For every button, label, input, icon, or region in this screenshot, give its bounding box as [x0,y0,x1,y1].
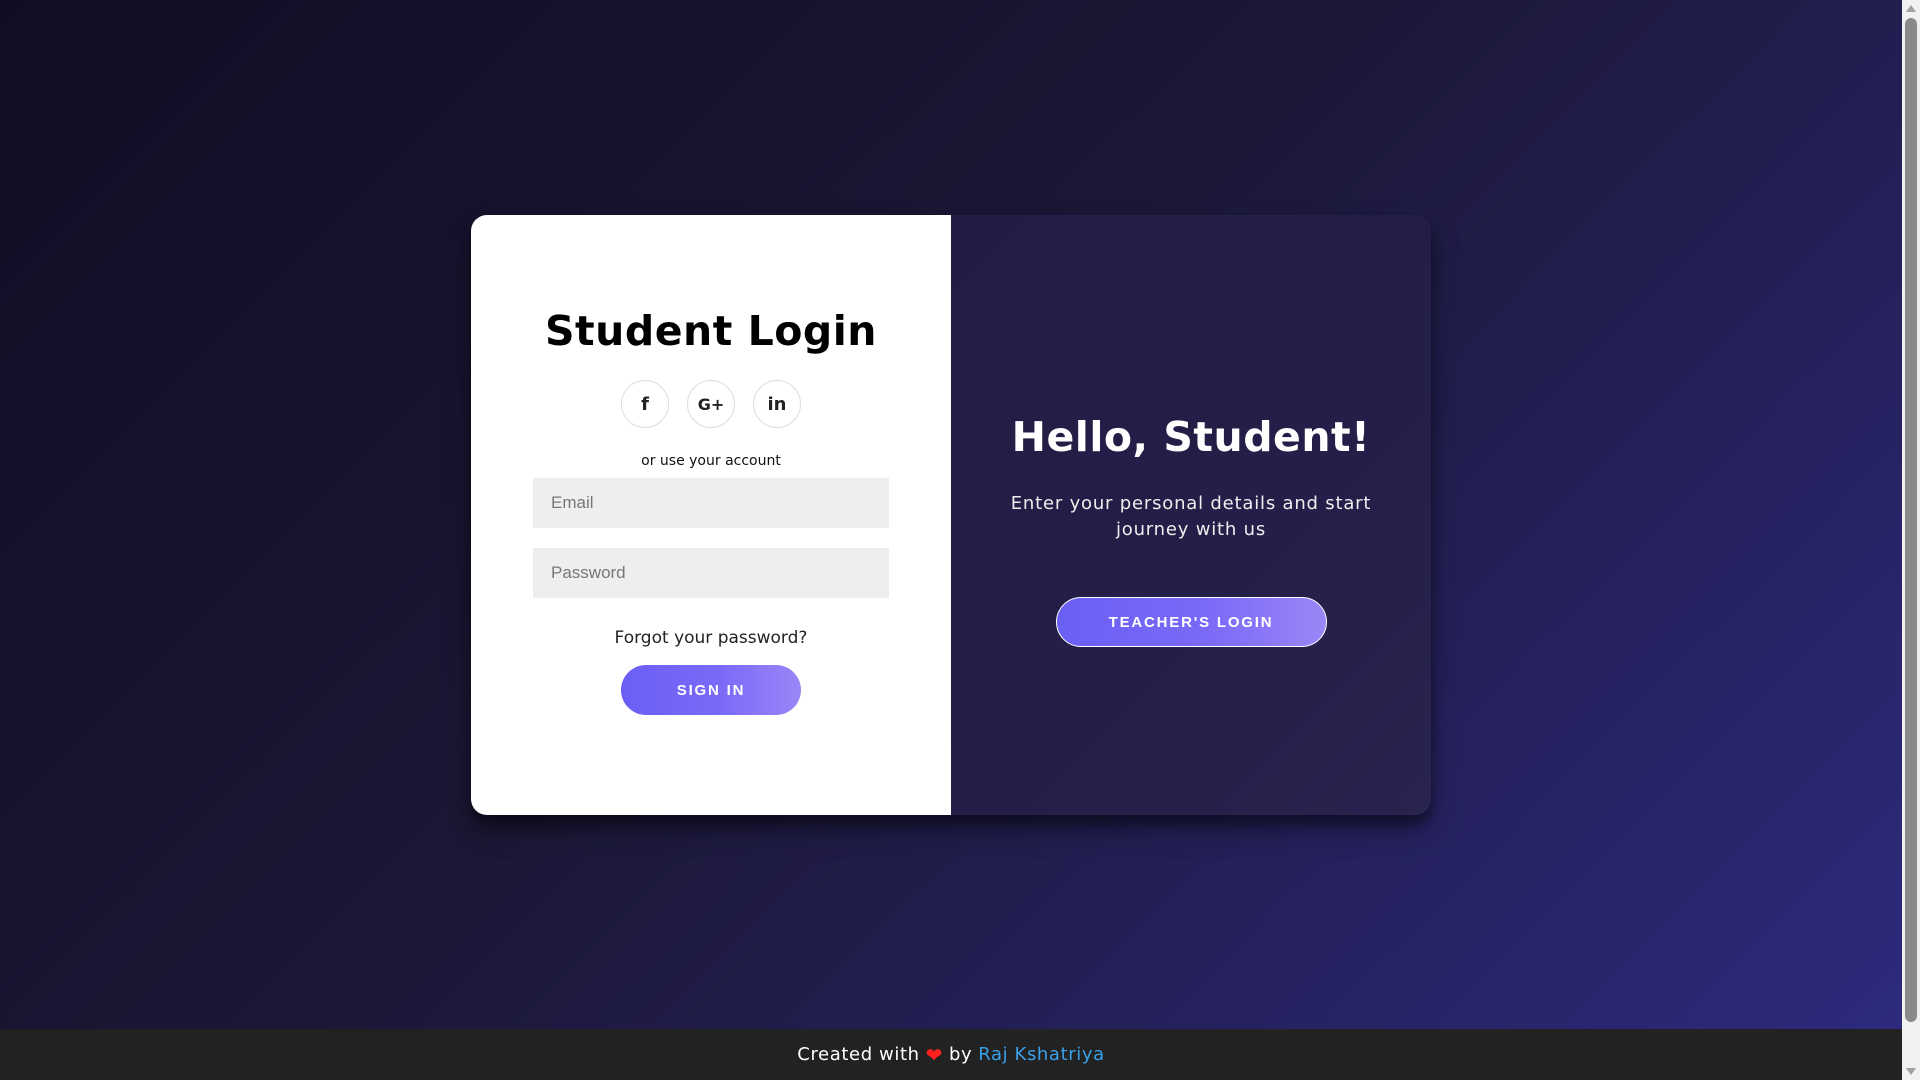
social-login-row: f G+ in [621,380,801,428]
linkedin-icon: in [767,393,787,415]
google-plus-button[interactable]: G+ [687,380,735,428]
email-field[interactable] [533,478,889,528]
scrollbar-thumb[interactable] [1905,18,1917,1022]
facebook-icon: f [641,393,649,415]
facebook-button[interactable]: f [621,380,669,428]
page-scrollbar[interactable] [1902,0,1920,1080]
sign-in-panel: Student Login f G+ in or use your accoun… [471,215,951,815]
welcome-title: Hello, Student! [1011,413,1371,461]
page-background: Student Login f G+ in or use your accoun… [0,0,1902,1029]
welcome-panel: Hello, Student! Enter your personal deta… [951,215,1431,815]
password-field[interactable] [533,548,889,598]
footer-created-text: Created with [797,1044,920,1065]
footer: Created with ❤ by Raj Kshatriya [0,1029,1902,1080]
scroll-down-icon[interactable] [1906,1068,1916,1075]
heart-icon: ❤ [925,1042,943,1067]
login-card: Student Login f G+ in or use your accoun… [471,215,1431,815]
welcome-text: Enter your personal details and start jo… [1010,493,1372,540]
teacher-login-button[interactable]: TEACHER'S LOGIN [1055,597,1327,647]
sign-in-button[interactable]: SIGN IN [621,665,801,715]
scroll-up-icon[interactable] [1906,5,1916,12]
google-plus-icon: G+ [697,394,725,414]
alternate-login-text: or use your account [641,453,781,469]
forgot-password-link[interactable]: Forgot your password? [615,628,808,648]
author-link[interactable]: Raj Kshatriya [978,1044,1104,1065]
footer-by-text: by [949,1044,973,1065]
page-title: Student Login [545,307,877,355]
linkedin-button[interactable]: in [753,380,801,428]
